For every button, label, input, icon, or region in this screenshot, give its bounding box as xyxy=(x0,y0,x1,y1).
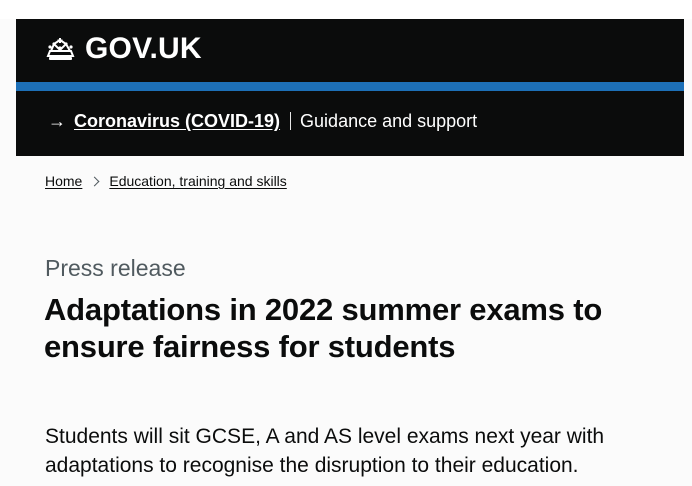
chevron-right-icon xyxy=(89,176,100,186)
coronavirus-banner: → Coronavirus (COVID-19) Guidance and su… xyxy=(16,91,684,156)
top-gap xyxy=(0,0,692,19)
breadcrumb-home-link[interactable]: Home xyxy=(45,171,82,191)
coronavirus-link[interactable]: Coronavirus (COVID-19) xyxy=(74,109,280,133)
coronavirus-banner-row: → Coronavirus (COVID-19) Guidance and su… xyxy=(48,109,477,133)
page-title: Adaptations in 2022 summer exams to ensu… xyxy=(44,292,603,364)
govuk-logo-link[interactable]: GOV.UK xyxy=(44,33,202,65)
crown-icon xyxy=(44,36,77,63)
arrow-right-icon: → xyxy=(48,111,66,131)
guidance-support-text: Guidance and support xyxy=(300,111,478,131)
breadcrumb-education-link[interactable]: Education, training and skills xyxy=(109,171,286,191)
lead-paragraph: Students will sit GCSE, A and AS level e… xyxy=(45,425,605,477)
govuk-logo-text: GOV.UK xyxy=(85,32,202,65)
header-accent-bar xyxy=(16,82,684,91)
govuk-header: GOV.UK xyxy=(16,19,684,82)
banner-divider xyxy=(290,112,292,130)
document-type-caption: Press release xyxy=(45,255,186,281)
breadcrumb: Home Education, training and skills xyxy=(45,171,287,191)
